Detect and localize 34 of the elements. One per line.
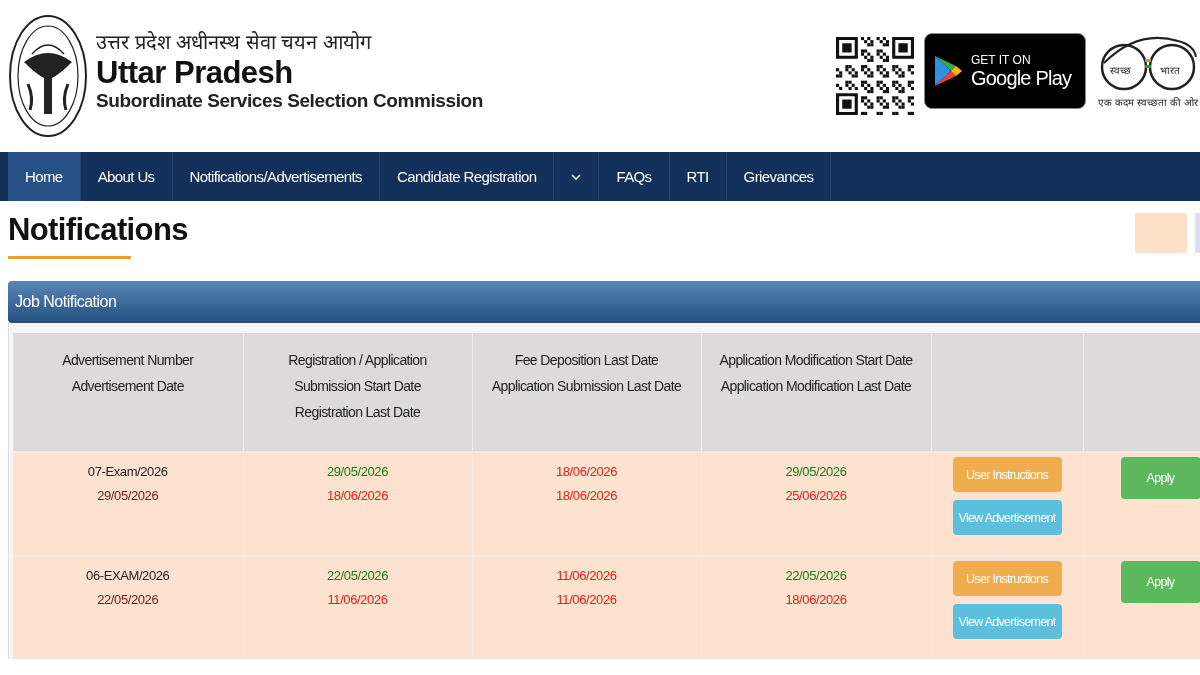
logo-word: भारत bbox=[1160, 64, 1180, 77]
table-cell: 29/05/2026 18/06/2026 bbox=[243, 452, 472, 556]
tab-stub bbox=[1195, 213, 1200, 253]
tab-stub bbox=[1135, 213, 1187, 253]
play-store-icon bbox=[933, 54, 963, 88]
nav-item[interactable]: Grievances bbox=[726, 152, 832, 201]
nav-item[interactable]: Notifications/Advertisements bbox=[172, 152, 380, 201]
badge-caption: GET IT ON bbox=[971, 52, 1032, 67]
badge-store-name: Google Play bbox=[971, 66, 1072, 90]
column-header: Application Modification Start Date Application Modification Last Date bbox=[701, 333, 931, 452]
table-cell: 18/06/2026 18/06/2026 bbox=[472, 452, 701, 556]
chevron-down-icon bbox=[571, 173, 582, 180]
nav-item[interactable]: Home bbox=[8, 152, 81, 201]
site-subtitle: Subordinate Services Selection Commission bbox=[96, 90, 483, 113]
nav-item[interactable]: About Us bbox=[80, 152, 173, 201]
logo-tagline: एक कदम स्वच्छता की ओर bbox=[1098, 96, 1198, 109]
column-header: Registration / Application Submission Start Date Registration Last Date bbox=[243, 333, 472, 452]
panel-title: Job Notification bbox=[15, 293, 117, 311]
nav-item[interactable]: FAQs bbox=[599, 152, 670, 201]
logo-word: स्वच्छ bbox=[1110, 64, 1131, 77]
table-cell: 06-EXAM/2026 22/05/2026 bbox=[13, 556, 243, 659]
column-header: Advertisement Number Advertisement Date bbox=[13, 333, 243, 452]
site-title: Uttar Pradesh bbox=[96, 54, 294, 91]
nav-item[interactable]: Candidate Registration bbox=[380, 152, 555, 201]
table-cell: 29/05/2026 25/06/2026 bbox=[701, 452, 931, 556]
table-cell: 11/06/2026 11/06/2026 bbox=[472, 556, 701, 659]
hindi-title: उत्तर प्रदेश अधीनस्थ सेवा चयन आयोग bbox=[96, 29, 373, 55]
page-title: Notifications bbox=[8, 212, 188, 248]
google-play-badge[interactable]: GET IT ON Google Play bbox=[924, 33, 1086, 109]
nav-item[interactable]: RTI bbox=[669, 152, 727, 201]
column-header: Fee Deposition Last Date Application Submission Last Date bbox=[472, 333, 701, 452]
table-cell: 22/05/2026 11/06/2026 bbox=[243, 556, 472, 659]
table-cell: 22/05/2026 18/06/2026 bbox=[701, 556, 931, 659]
table-cell: 07-Exam/2026 29/05/2026 bbox=[13, 452, 243, 556]
